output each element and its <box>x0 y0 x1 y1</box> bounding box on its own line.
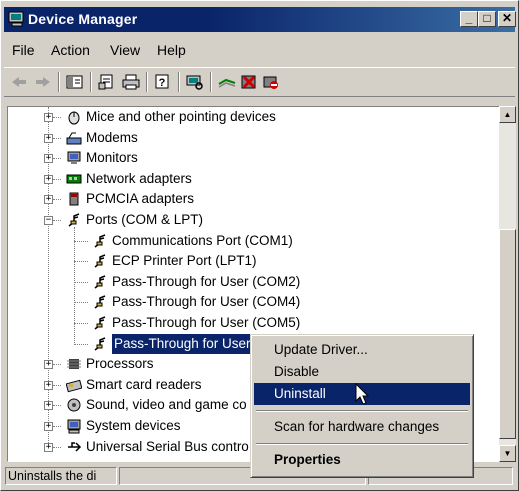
device-manager-icon <box>8 11 24 27</box>
device-label: Pass-Through for User (COM5) <box>112 315 301 330</box>
scroll-down-button[interactable]: ▼ <box>499 445 516 462</box>
category-label: Processors <box>86 356 154 371</box>
port-icon <box>94 234 106 248</box>
scroll-down-icon: ▼ <box>503 449 512 458</box>
menu-item-update-driver[interactable]: Update Driver... <box>254 339 470 361</box>
category-label: Monitors <box>86 150 138 165</box>
port-icon <box>94 295 106 309</box>
category-label: System devices <box>86 418 181 433</box>
vertical-scrollbar[interactable]: ▲ ▼ <box>499 106 516 462</box>
menu-view[interactable]: View <box>110 42 140 58</box>
category-label: PCMCIA adapters <box>86 191 195 206</box>
port-icon <box>94 316 106 330</box>
toolbar: ? <box>4 67 515 97</box>
disable-icon[interactable] <box>262 74 280 90</box>
svg-text:?: ? <box>159 77 166 89</box>
scan-hardware-icon[interactable] <box>186 74 204 90</box>
device-label: Communications Port (COM1) <box>112 233 293 248</box>
uninstall-icon[interactable] <box>240 74 258 90</box>
mouse-icon <box>68 111 80 125</box>
menu-bar: File Action View Help <box>4 37 515 61</box>
forward-icon[interactable] <box>34 74 52 90</box>
port-icon <box>94 337 106 351</box>
usb-icon <box>68 442 82 452</box>
menu-action[interactable]: Action <box>51 42 90 58</box>
toolbar-separator <box>210 72 212 92</box>
tree-category[interactable]: Network adapters <box>8 169 488 189</box>
minimize-icon: _ <box>465 11 473 25</box>
menu-separator <box>256 443 468 445</box>
monitor-icon <box>67 151 81 164</box>
processor-icon <box>67 359 81 369</box>
category-label: Modems <box>86 130 138 145</box>
toolbar-separator <box>58 72 60 92</box>
maximize-icon: □ <box>483 11 491 25</box>
menu-separator <box>256 410 468 412</box>
tree-category[interactable]: Modems <box>8 128 488 148</box>
mouse-cursor-icon <box>355 383 370 405</box>
tree-device-item[interactable]: Communications Port (COM1) <box>8 231 488 251</box>
tree-device-item[interactable]: Pass-Through for User (COM5) <box>8 313 488 333</box>
back-icon[interactable] <box>10 74 28 90</box>
maximize-button[interactable]: □ <box>478 11 496 27</box>
category-label: Mice and other pointing devices <box>86 109 276 124</box>
close-icon: ✕ <box>501 11 513 25</box>
toolbar-separator <box>178 72 180 92</box>
update-driver-icon[interactable] <box>218 74 236 90</box>
help-icon[interactable]: ? <box>154 74 172 90</box>
pcmcia-icon <box>69 192 79 206</box>
scroll-up-icon: ▲ <box>503 110 512 119</box>
tree-category[interactable]: Ports (COM & LPT) <box>8 210 488 230</box>
smart-card-icon <box>66 379 82 393</box>
port-icon <box>94 254 106 268</box>
scroll-up-button[interactable]: ▲ <box>499 106 516 123</box>
device-label: ECP Printer Port (LPT1) <box>112 253 257 268</box>
title-bar[interactable]: Device Manager _ □ ✕ <box>4 7 516 32</box>
tree-category[interactable]: PCMCIA adapters <box>8 189 488 209</box>
tree-category[interactable]: Monitors <box>8 148 488 168</box>
port-icon <box>68 213 80 227</box>
port-icon <box>94 275 106 289</box>
minimize-button[interactable]: _ <box>460 11 478 27</box>
category-label: Universal Serial Bus contro <box>86 439 249 454</box>
properties-icon[interactable] <box>98 74 116 90</box>
tree-device-item[interactable]: Pass-Through for User (COM4) <box>8 292 488 312</box>
menu-item-disable[interactable]: Disable <box>254 361 470 383</box>
menu-item-scan-hardware[interactable]: Scan for hardware changes <box>254 416 470 438</box>
category-label: Ports (COM & LPT) <box>86 212 204 227</box>
scroll-thumb[interactable] <box>499 229 516 439</box>
status-text: Uninstalls the di <box>5 467 117 485</box>
menu-item-properties[interactable]: Properties <box>254 449 470 471</box>
device-label: Pass-Through for User (COM2) <box>112 274 301 289</box>
device-label: Pass-Through for User (COM4) <box>112 294 301 309</box>
menu-help[interactable]: Help <box>157 42 186 58</box>
category-label: Smart card readers <box>86 377 202 392</box>
window-title: Device Manager <box>28 11 138 27</box>
tree-device-item[interactable]: ECP Printer Port (LPT1) <box>8 251 488 271</box>
sound-icon <box>67 398 81 412</box>
tree-category[interactable]: Mice and other pointing devices <box>8 107 488 127</box>
show-hide-tree-icon[interactable] <box>66 74 84 90</box>
modem-icon <box>66 132 82 145</box>
category-label: Sound, video and game co <box>86 397 247 412</box>
toolbar-separator <box>90 72 92 92</box>
tree-device-item[interactable]: Pass-Through for User (COM2) <box>8 272 488 292</box>
print-icon[interactable] <box>122 74 140 90</box>
close-button[interactable]: ✕ <box>498 11 516 27</box>
toolbar-separator <box>146 72 148 92</box>
system-devices-icon <box>67 419 81 434</box>
device-label: Pass-Through for User <box>112 334 253 354</box>
menu-file[interactable]: File <box>12 42 35 58</box>
category-label: Network adapters <box>86 171 192 186</box>
network-adapter-icon <box>66 174 82 184</box>
